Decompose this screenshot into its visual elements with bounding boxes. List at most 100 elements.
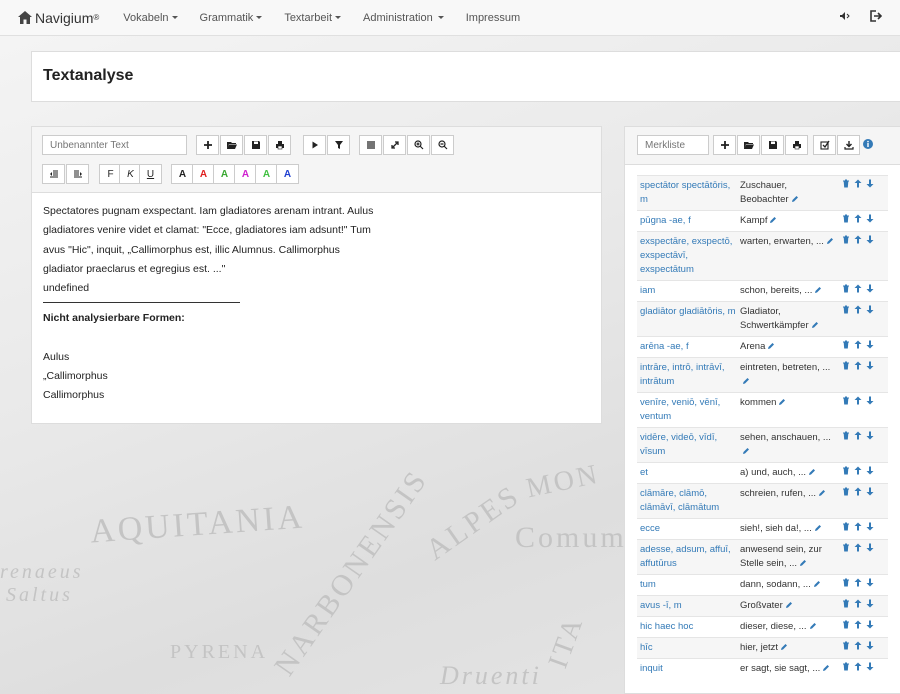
arrow-down-icon[interactable] xyxy=(866,543,874,552)
lemma-link[interactable]: ecce xyxy=(640,522,740,536)
lemma-link[interactable]: gladiātor gladiātōris, m xyxy=(640,305,740,333)
pencil-icon[interactable] xyxy=(814,286,822,294)
analyze-button[interactable] xyxy=(303,135,326,155)
text-name-input[interactable] xyxy=(42,135,187,155)
text-editor-content[interactable]: Spectatores pugnam exspectant. Iam gladi… xyxy=(43,202,583,406)
lemma-link[interactable]: adesse, adsum, affuī, affutūrus xyxy=(640,543,740,571)
merkliste-new-button[interactable] xyxy=(713,135,736,155)
arrow-down-icon[interactable] xyxy=(866,431,874,440)
lemma-link[interactable]: venīre, veniō, vēnī, ventum xyxy=(640,396,740,424)
lemma-link[interactable]: exspectāre, exspectō, exspectāvī, exspec… xyxy=(640,235,740,277)
trash-icon[interactable] xyxy=(842,662,850,671)
arrow-up-icon[interactable] xyxy=(854,641,862,650)
color-lime-button[interactable]: A xyxy=(255,164,278,184)
zoom-out-button[interactable] xyxy=(431,135,454,155)
color-black-button[interactable]: A xyxy=(171,164,194,184)
arrow-up-icon[interactable] xyxy=(854,543,862,552)
arrow-up-icon[interactable] xyxy=(854,620,862,629)
lemma-link[interactable]: spectātor spectātōris, m xyxy=(640,179,740,207)
color-magenta-button[interactable]: A xyxy=(234,164,257,184)
trash-icon[interactable] xyxy=(842,284,850,293)
arrow-up-icon[interactable] xyxy=(854,466,862,475)
merkliste-print-button[interactable] xyxy=(785,135,808,155)
trash-icon[interactable] xyxy=(842,522,850,531)
arrow-down-icon[interactable] xyxy=(866,340,874,349)
underline-button[interactable]: U xyxy=(139,164,162,184)
arrow-down-icon[interactable] xyxy=(866,522,874,531)
pencil-icon[interactable] xyxy=(767,342,775,350)
nav-textarbeit[interactable]: Textarbeit xyxy=(284,12,342,24)
lemma-link[interactable]: et xyxy=(640,466,740,480)
lemma-link[interactable]: tum xyxy=(640,578,740,592)
lemma-link[interactable]: arēna -ae, f xyxy=(640,340,740,354)
trash-icon[interactable] xyxy=(842,578,850,587)
lemma-link[interactable]: inquit xyxy=(640,662,740,676)
lemma-link[interactable]: hīc xyxy=(640,641,740,655)
brand-link[interactable]: Navigium ® xyxy=(18,10,99,26)
pencil-icon[interactable] xyxy=(822,664,830,672)
arrow-up-icon[interactable] xyxy=(854,214,862,223)
outdent-button[interactable] xyxy=(42,164,65,184)
pencil-icon[interactable] xyxy=(799,559,807,567)
indent-button[interactable] xyxy=(66,164,89,184)
trash-icon[interactable] xyxy=(842,487,850,496)
list-view-button[interactable] xyxy=(359,135,382,155)
color-red-button[interactable]: A xyxy=(192,164,215,184)
pencil-icon[interactable] xyxy=(813,580,821,588)
nav-vokabeln[interactable]: Vokabeln xyxy=(123,12,178,24)
save-text-button[interactable] xyxy=(244,135,267,155)
lemma-link[interactable]: iam xyxy=(640,284,740,298)
arrow-down-icon[interactable] xyxy=(866,305,874,314)
trash-icon[interactable] xyxy=(842,543,850,552)
merkliste-check-button[interactable] xyxy=(813,135,836,155)
arrow-down-icon[interactable] xyxy=(866,466,874,475)
arrow-down-icon[interactable] xyxy=(866,620,874,629)
merkliste-save-button[interactable] xyxy=(761,135,784,155)
arrow-up-icon[interactable] xyxy=(854,396,862,405)
arrow-down-icon[interactable] xyxy=(866,214,874,223)
trash-icon[interactable] xyxy=(842,340,850,349)
pencil-icon[interactable] xyxy=(826,237,834,245)
pencil-icon[interactable] xyxy=(811,321,819,329)
pencil-icon[interactable] xyxy=(809,622,817,630)
arrow-down-icon[interactable] xyxy=(866,361,874,370)
lemma-link[interactable]: avus -ī, m xyxy=(640,599,740,613)
pencil-icon[interactable] xyxy=(818,489,826,497)
merkliste-open-button[interactable] xyxy=(737,135,760,155)
nav-administration[interactable]: Administration xyxy=(363,12,444,24)
arrow-up-icon[interactable] xyxy=(854,599,862,608)
lemma-link[interactable]: vidēre, videō, vīdī, vīsum xyxy=(640,431,740,459)
pencil-icon[interactable] xyxy=(778,398,786,406)
pencil-icon[interactable] xyxy=(785,601,793,609)
trash-icon[interactable] xyxy=(842,361,850,370)
color-green-button[interactable]: A xyxy=(213,164,236,184)
arrow-up-icon[interactable] xyxy=(854,522,862,531)
arrow-down-icon[interactable] xyxy=(866,641,874,650)
merkliste-name-input[interactable] xyxy=(637,135,709,155)
arrow-up-icon[interactable] xyxy=(854,578,862,587)
pencil-icon[interactable] xyxy=(769,216,777,224)
zoom-in-button[interactable] xyxy=(407,135,430,155)
arrow-up-icon[interactable] xyxy=(854,431,862,440)
arrow-up-icon[interactable] xyxy=(854,179,862,188)
pencil-icon[interactable] xyxy=(808,468,816,476)
trash-icon[interactable] xyxy=(842,620,850,629)
arrow-up-icon[interactable] xyxy=(854,284,862,293)
pencil-icon[interactable] xyxy=(742,447,750,455)
pencil-icon[interactable] xyxy=(742,377,750,385)
volume-icon[interactable] xyxy=(838,10,850,22)
trash-icon[interactable] xyxy=(842,396,850,405)
lemma-link[interactable]: intrāre, intrō, intrāvī, intrātum xyxy=(640,361,740,389)
trash-icon[interactable] xyxy=(842,641,850,650)
lemma-link[interactable]: hic haec hoc xyxy=(640,620,740,634)
arrow-down-icon[interactable] xyxy=(866,662,874,671)
trash-icon[interactable] xyxy=(842,305,850,314)
arrow-down-icon[interactable] xyxy=(866,578,874,587)
arrow-up-icon[interactable] xyxy=(854,235,862,244)
open-text-button[interactable] xyxy=(220,135,243,155)
nav-impressum[interactable]: Impressum xyxy=(466,12,520,24)
arrow-down-icon[interactable] xyxy=(866,284,874,293)
filter-button[interactable] xyxy=(327,135,350,155)
logout-icon[interactable] xyxy=(870,10,882,22)
arrow-up-icon[interactable] xyxy=(854,305,862,314)
